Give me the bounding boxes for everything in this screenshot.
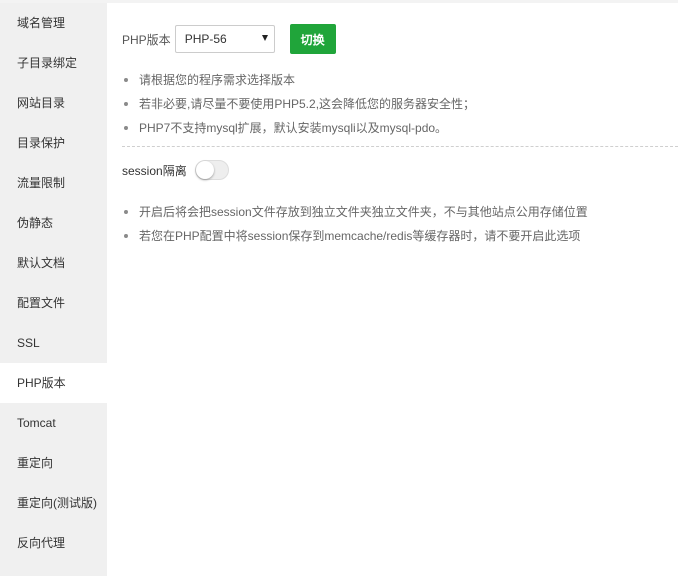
sidebar-item-subdirectory-binding[interactable]: 子目录绑定	[0, 43, 107, 83]
session-label: session隔离	[122, 163, 187, 178]
list-item: 若非必要,请尽量不要使用PHP5.2,这会降低您的服务器安全性；	[122, 92, 475, 116]
list-item: PHP7不支持mysql扩展，默认安装mysqli以及mysql-pdo。	[122, 116, 475, 140]
sidebar-item-directory-protection[interactable]: 目录保护	[0, 123, 107, 163]
sidebar-item-site-directory[interactable]: 网站目录	[0, 83, 107, 123]
sidebar-item-traffic-limit[interactable]: 流量限制	[0, 163, 107, 203]
php-version-selected: PHP-56	[184, 32, 227, 46]
sidebar-item-domain-management[interactable]: 域名管理	[0, 3, 107, 43]
sidebar-item-ssl[interactable]: SSL	[0, 323, 107, 363]
php-tips-list: 请根据您的程序需求选择版本 若非必要,请尽量不要使用PHP5.2,这会降低您的服…	[122, 68, 475, 140]
php-version-label: PHP版本	[122, 32, 171, 47]
session-row: session隔离	[122, 159, 229, 181]
list-item: 开启后将会把session文件存放到独立文件夹独立文件夹，不与其他站点公用存储位…	[122, 200, 588, 224]
sidebar-item-tomcat[interactable]: Tomcat	[0, 403, 107, 443]
toggle-knob	[195, 161, 214, 179]
sidebar-item-redirect[interactable]: 重定向	[0, 443, 107, 483]
sidebar-item-rewrite[interactable]: 伪静态	[0, 203, 107, 243]
list-item: 若您在PHP配置中将session保存到memcache/redis等缓存器时，…	[122, 224, 588, 248]
sidebar-item-reverse-proxy[interactable]: 反向代理	[0, 523, 107, 563]
session-toggle[interactable]	[194, 160, 229, 180]
main-panel: PHP版本 PHP-56 切换 请根据您的程序需求选择版本 若非必要,请尽量不要…	[107, 3, 678, 576]
chevron-down-icon	[261, 35, 268, 41]
switch-button[interactable]: 切换	[289, 24, 336, 54]
list-item: 请根据您的程序需求选择版本	[122, 68, 475, 92]
sidebar-item-config-file[interactable]: 配置文件	[0, 283, 107, 323]
php-version-select[interactable]: PHP-56	[174, 25, 275, 53]
sidebar-item-php-version[interactable]: PHP版本	[0, 363, 107, 403]
dashed-divider	[122, 146, 678, 147]
session-tips-list: 开启后将会把session文件存放到独立文件夹独立文件夹，不与其他站点公用存储位…	[122, 200, 588, 248]
sidebar-item-default-document[interactable]: 默认文档	[0, 243, 107, 283]
sidebar: 域名管理 子目录绑定 网站目录 目录保护 流量限制 伪静态 默认文档 配置文件 …	[0, 3, 107, 576]
php-version-row: PHP版本 PHP-56 切换	[122, 24, 336, 54]
sidebar-item-redirect-beta[interactable]: 重定向(测试版)	[0, 483, 107, 523]
